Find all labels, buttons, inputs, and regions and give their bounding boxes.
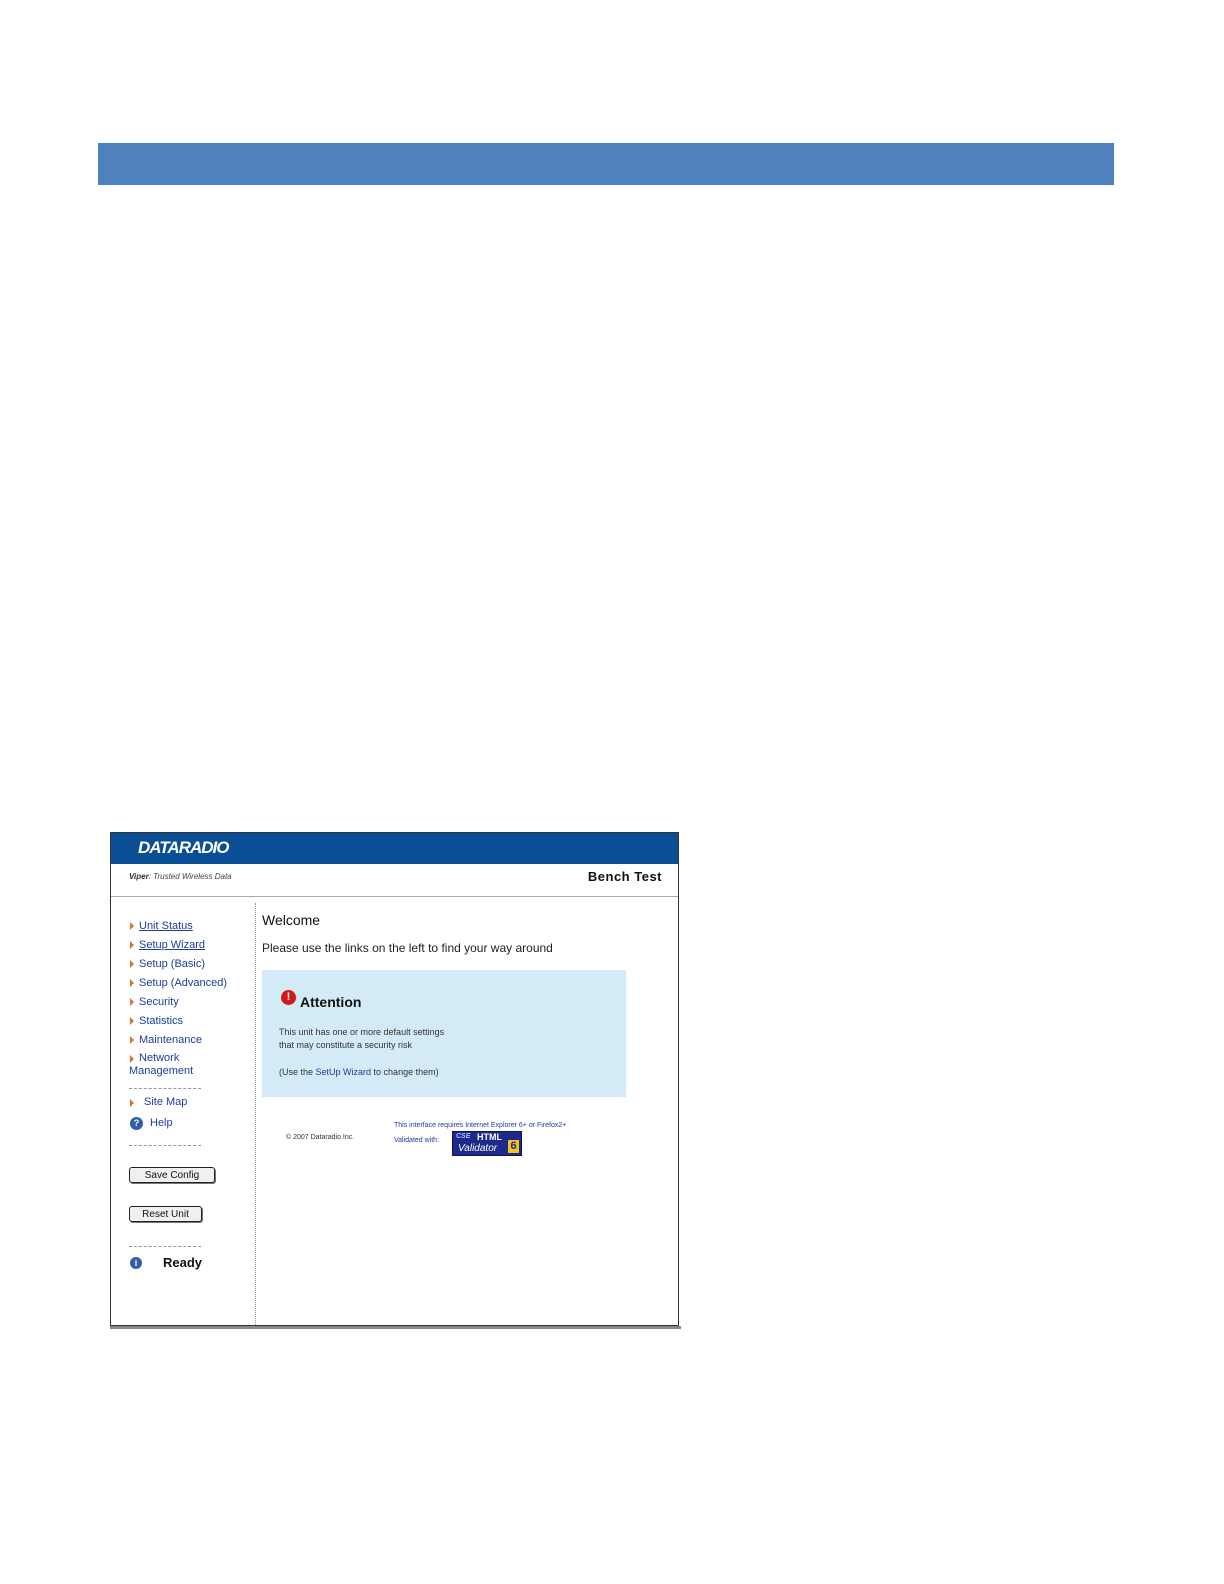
badge-cse: CSE [456,1133,471,1140]
dataradio-logo: DATARADIO [138,838,229,857]
tagline-text: : Trusted Wireless Data [148,872,232,881]
sidebar-item-network-management[interactable]: Network Management [129,1052,249,1082]
header-divider [111,896,678,897]
sidebar-item-label[interactable]: Maintenance [139,1033,202,1047]
sidebar-item-unit-status[interactable]: Unit Status [129,919,249,938]
sidebar-item-label[interactable]: Network Management [129,1052,239,1078]
arrow-icon [130,922,134,930]
tagline-product: Viper [129,872,149,881]
sidebar-item-security[interactable]: Security [129,995,249,1014]
sidebar-item-setup-advanced[interactable]: Setup (Advanced) [129,976,249,995]
arrow-icon [130,998,134,1006]
sidebar-item-setup-wizard[interactable]: Setup Wizard [129,938,249,957]
info-icon: i [130,1257,142,1269]
sidebar-item-label[interactable]: Setup (Basic) [139,957,205,971]
intro-text: Please use the links on the left to find… [262,941,553,955]
arrow-icon [130,960,134,968]
document-header-band [98,143,1114,185]
site-map-label[interactable]: Site Map [144,1096,187,1108]
screenshot-bottom-edge [110,1326,681,1329]
validated-label: Validated with: [394,1137,440,1144]
attention-prefix: (Use the [279,1067,316,1077]
page-title: Welcome [262,912,321,928]
attention-title: Attention [300,994,362,1010]
sidebar-item-setup-basic[interactable]: Setup (Basic) [129,957,249,976]
sidebar-separator [129,1088,201,1089]
status-text: Ready [163,1255,203,1270]
dataradio-web-ui: DATARADIO Viper: Trusted Wireless Data B… [110,832,679,1326]
html-validator-badge[interactable]: CSE HTML Validator 6 [452,1131,522,1156]
arrow-icon [130,1099,134,1107]
sidebar-item-statistics[interactable]: Statistics [129,1014,249,1033]
top-banner: DATARADIO [111,833,678,864]
sidebar-item-label[interactable]: Setup Wizard [139,938,205,952]
badge-version: 6 [508,1140,519,1153]
setup-wizard-link[interactable]: SetUp Wizard [316,1067,372,1077]
sidebar-nav: Unit Status Setup Wizard Setup (Basic) S… [129,919,249,1082]
arrow-icon [130,979,134,987]
tagline: Viper: Trusted Wireless Data [129,872,232,881]
help-link[interactable]: ? Help [129,1117,209,1133]
arrow-icon [130,1017,134,1025]
attention-suffix: to change them) [371,1067,439,1077]
attention-panel: ! Attention This unit has one or more de… [262,970,626,1097]
attention-line-2: that may constitute a security risk [279,1040,413,1050]
help-icon: ? [130,1117,143,1130]
sidebar-separator [129,1246,201,1247]
reset-unit-button[interactable]: Reset Unit [129,1206,202,1222]
save-config-button[interactable]: Save Config [129,1167,215,1183]
arrow-icon [130,941,134,949]
badge-validator: Validator [458,1143,498,1154]
sidebar-item-label[interactable]: Statistics [139,1014,183,1028]
browser-requirement: This interface requires Internet Explore… [394,1122,567,1129]
sidebar-item-label[interactable]: Setup (Advanced) [139,976,227,990]
sidebar-item-label[interactable]: Unit Status [139,919,193,933]
help-label[interactable]: Help [150,1117,173,1129]
badge-html: HTML [477,1132,502,1142]
unit-name: Bench Test [587,869,662,884]
attention-line-1: This unit has one or more default settin… [279,1027,445,1037]
arrow-icon [130,1036,134,1044]
sidebar-item-maintenance[interactable]: Maintenance [129,1033,249,1052]
sidebar-divider [255,903,256,1325]
sidebar-separator [129,1145,201,1146]
copyright: © 2007 Dataradio Inc. [286,1134,355,1141]
sidebar-item-label[interactable]: Security [139,995,179,1009]
warning-icon: ! [281,990,296,1005]
attention-line-3: (Use the SetUp Wizard to change them) [279,1067,439,1077]
